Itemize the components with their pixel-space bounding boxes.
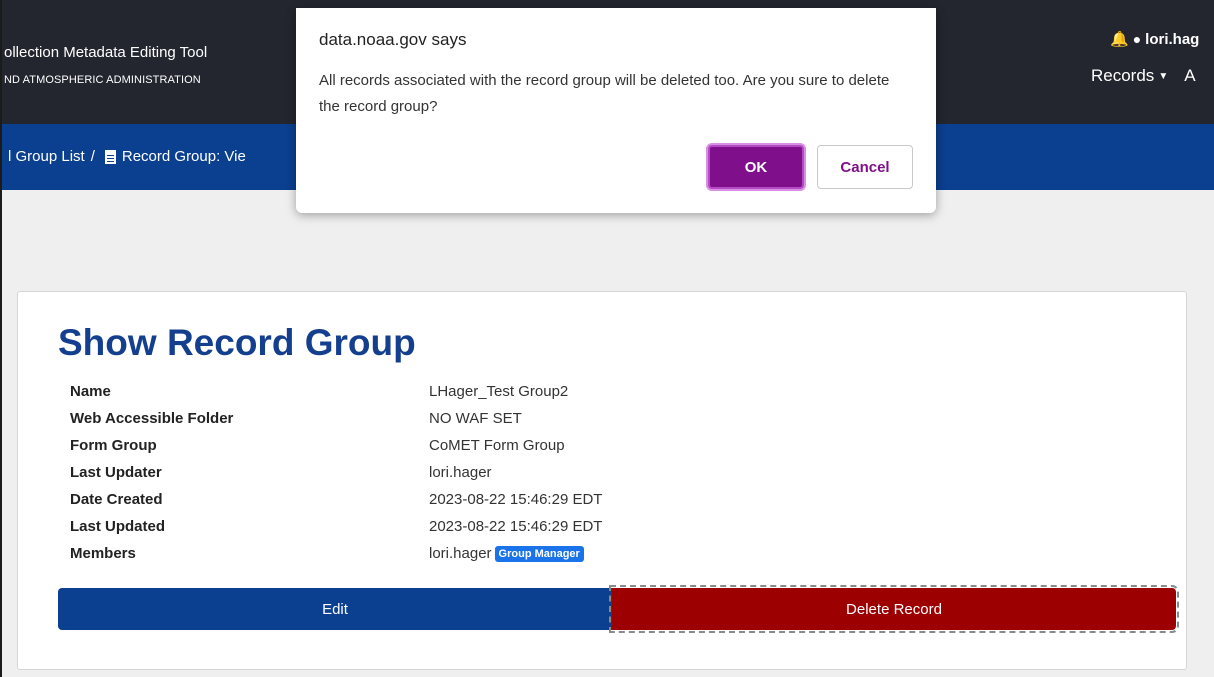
user-icon: ● [1132,31,1142,47]
group-manager-badge: Group Manager [494,546,584,562]
breadcrumb-separator: / [90,148,95,165]
user-name[interactable]: lori.hag [1145,31,1199,48]
dialog-title: data.noaa.gov says [319,30,467,49]
field-value-last-updater: lori.hager [429,464,492,481]
ok-button[interactable]: OK [708,145,804,189]
delete-record-button[interactable]: Delete Record [609,585,1179,633]
member-name: lori.hager [429,545,492,562]
breadcrumb-record-group: Record Group: Vie [121,148,246,165]
confirm-dialog: data.noaa.gov says All records associate… [296,8,936,213]
field-value-date-created: 2023-08-22 15:46:29 EDT [429,491,603,508]
field-value-form-group: CoMET Form Group [429,437,565,454]
field-label-name: Name [70,383,111,400]
nav-records[interactable]: Records ▼ [1091,66,1168,86]
chevron-down-icon: ▼ [1158,71,1169,82]
field-label-members: Members [70,545,136,562]
dialog-message: All records associated with the record g… [319,72,890,115]
field-value-members: lori.hager Group Manager [429,545,584,562]
app-subtitle: ND ATMOSPHERIC ADMINISTRATION [4,74,201,86]
cancel-button[interactable]: Cancel [817,145,913,189]
field-label-date-created: Date Created [70,491,163,508]
document-icon [104,149,116,164]
field-value-waf: NO WAF SET [429,410,522,427]
field-value-name: LHager_Test Group2 [429,383,569,400]
nav-records-label: Records [1091,66,1155,85]
field-label-last-updater: Last Updater [70,464,162,481]
main-nav: Records ▼ A [1091,66,1196,86]
nav-next[interactable]: A [1184,66,1195,86]
record-group-card: Show Record Group Name LHager_Test Group… [17,291,1187,670]
breadcrumb-group-list[interactable]: l Group List [8,148,85,165]
field-label-waf: Web Accessible Folder [70,410,234,427]
app-title: ollection Metadata Editing Tool [4,44,208,61]
edit-button[interactable]: Edit [58,588,612,630]
bell-icon[interactable]: 🔔 [1110,30,1129,48]
field-value-last-updated: 2023-08-22 15:46:29 EDT [429,518,603,535]
page-title: Show Record Group [58,322,416,363]
field-label-form-group: Form Group [70,437,157,454]
user-menu[interactable]: 🔔 ● lori.hag [1110,30,1199,49]
field-label-last-updated: Last Updated [70,518,166,535]
